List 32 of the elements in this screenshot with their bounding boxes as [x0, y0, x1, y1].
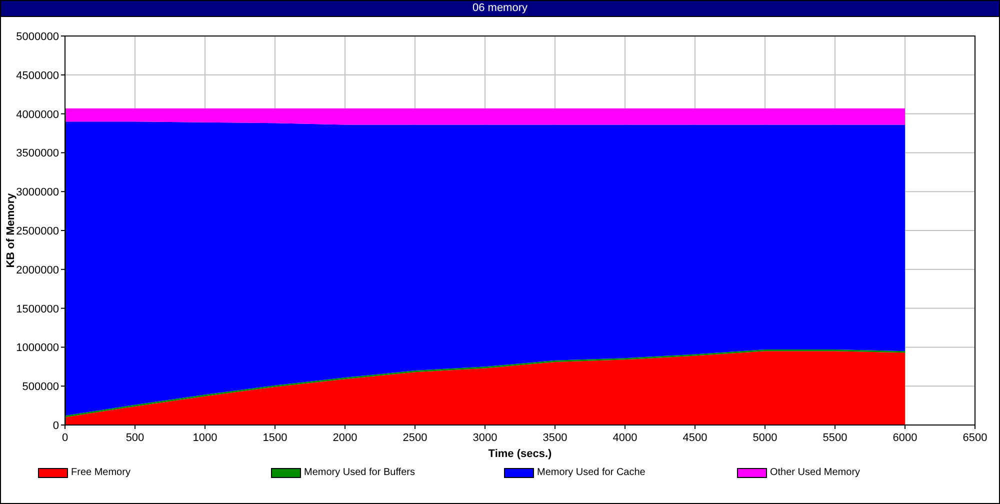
tick-label: 0 [52, 420, 59, 432]
tick-label: 1500000 [16, 303, 59, 316]
tick-label: 5000000 [16, 31, 59, 43]
legend-label: Memory Used for Cache [537, 467, 646, 478]
tick-label: 4500 [682, 432, 708, 444]
tick-label: 500000 [22, 381, 59, 394]
tick-label: 4000 [612, 432, 638, 444]
tick-label: 5500 [822, 432, 848, 444]
tick-label: 3000 [472, 432, 498, 444]
tick-label: 3500000 [16, 148, 59, 160]
tick-label: 2000 [332, 432, 358, 444]
tick-label: 500 [126, 432, 144, 444]
legend-label: Free Memory [71, 467, 130, 478]
tick-label: 2500 [402, 432, 428, 444]
tick-label: 6000 [892, 432, 918, 444]
tick-label: 3500 [542, 432, 568, 444]
tick-label: 1500 [262, 432, 288, 444]
axis-title: Time (secs.) [488, 448, 552, 460]
tick-label: 3000000 [16, 186, 59, 199]
tick-label: 2000000 [16, 264, 59, 276]
tick-label: 1000 [192, 432, 218, 444]
tick-label: 4500000 [16, 70, 59, 82]
tick-label: 5000 [752, 432, 778, 444]
legend-label: Other Used Memory [770, 467, 860, 478]
tick-label: 0 [62, 432, 68, 444]
tick-label: 2500000 [16, 226, 59, 238]
tick-label: 6500 [962, 432, 988, 444]
tick-label: 4000000 [16, 108, 59, 121]
tick-label: 1000000 [16, 342, 59, 354]
legend-label: Memory Used for Buffers [304, 467, 415, 478]
chart-title: 06 memory [1, 1, 999, 17]
axis-title: KB of Memory [5, 193, 17, 268]
